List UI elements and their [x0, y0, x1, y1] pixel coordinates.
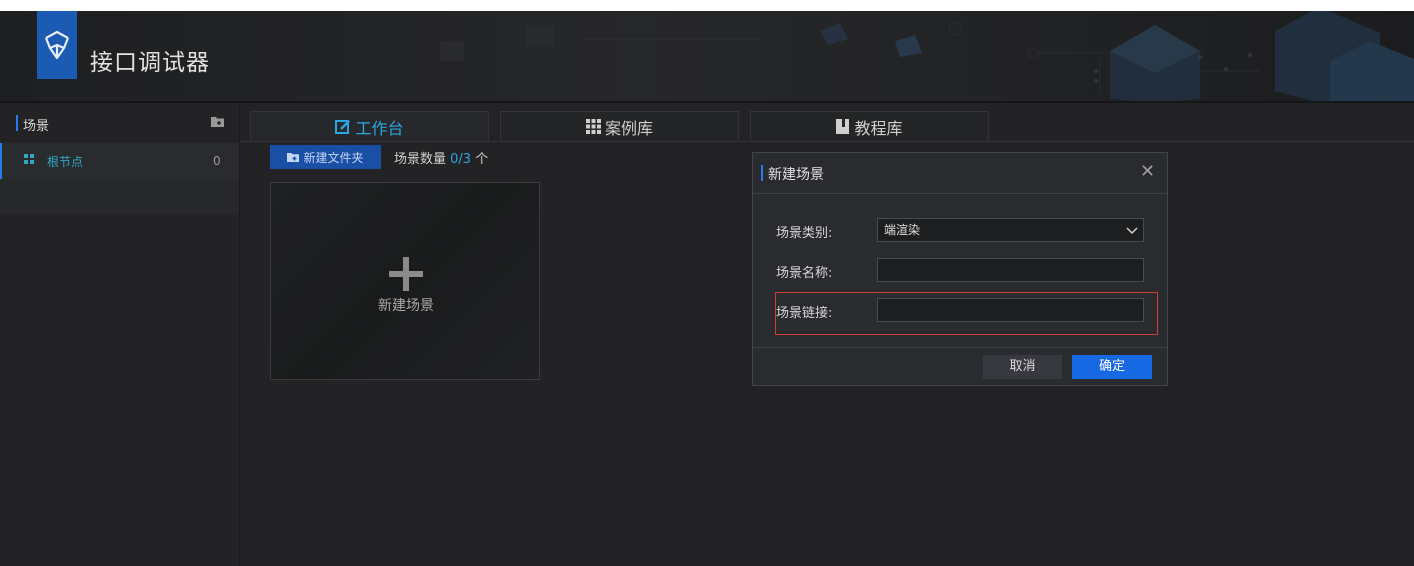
grid-icon	[24, 154, 34, 164]
dialog-header: 新建场景 ✕	[753, 153, 1167, 194]
scene-count-value: 0/3	[450, 152, 472, 167]
top-white-strip	[0, 0, 1414, 11]
category-select[interactable]: 端渲染	[877, 218, 1144, 242]
sidebar-title: 场景	[23, 119, 50, 134]
category-value: 端渲染	[884, 223, 921, 237]
sidebar-item-count: 0	[213, 154, 221, 168]
tab-label: 教程库	[854, 118, 903, 138]
sidebar-item-root-node[interactable]: 根节点 0	[0, 143, 239, 179]
dialog-title: 新建场景	[768, 167, 824, 183]
name-input[interactable]	[877, 258, 1144, 282]
chevron-down-icon	[1126, 227, 1138, 235]
new-folder-label: 新建文件夹	[303, 150, 364, 165]
link-input[interactable]	[877, 298, 1144, 322]
cancel-button[interactable]: 取消	[983, 355, 1062, 379]
grid-icon	[585, 119, 601, 134]
name-label: 场景名称:	[776, 266, 833, 281]
new-folder-icon[interactable]	[211, 116, 224, 127]
new-folder-button[interactable]: 新建文件夹	[270, 145, 381, 169]
sidebar-header: 场景	[0, 103, 239, 144]
tab-tutorial-library[interactable]: 教程库	[750, 111, 989, 141]
close-icon[interactable]: ✕	[1140, 163, 1155, 181]
tab-label: 案例库	[604, 118, 653, 138]
category-label: 场景类别:	[776, 226, 833, 241]
new-folder-icon	[287, 153, 300, 162]
cube-shield-icon	[44, 30, 70, 60]
edit-icon	[335, 119, 351, 134]
app-title: 接口调试器	[90, 50, 210, 76]
scene-count: 场景数量 0/3 个	[394, 148, 488, 167]
new-scene-label: 新建场景	[378, 298, 434, 314]
app-header: 接口调试器	[0, 11, 1414, 103]
sidebar-item-label: 根节点	[47, 155, 84, 169]
accent-bar	[761, 165, 763, 181]
scene-count-prefix: 场景数量	[394, 152, 447, 167]
sidebar: 场景 根节点 0	[0, 103, 240, 566]
scene-count-suffix: 个	[475, 152, 489, 167]
plus-icon	[389, 257, 423, 291]
new-scene-dialog: 新建场景 ✕ 场景类别: 端渲染 场景名称: 场景链接: 取消 确定	[752, 152, 1168, 386]
sidebar-empty-row	[0, 179, 239, 215]
link-label: 场景链接:	[776, 306, 833, 321]
tab-label: 工作台	[355, 118, 404, 138]
book-icon	[836, 119, 850, 134]
dialog-footer-divider	[753, 347, 1167, 348]
tab-divider	[240, 141, 1414, 142]
app-logo	[37, 11, 77, 79]
tab-workbench[interactable]: 工作台	[250, 111, 489, 141]
new-scene-card[interactable]: 新建场景	[270, 182, 540, 380]
confirm-button[interactable]: 确定	[1072, 355, 1152, 379]
tab-case-library[interactable]: 案例库	[500, 111, 739, 141]
header-decoration	[440, 11, 1414, 103]
accent-bar	[16, 115, 18, 131]
